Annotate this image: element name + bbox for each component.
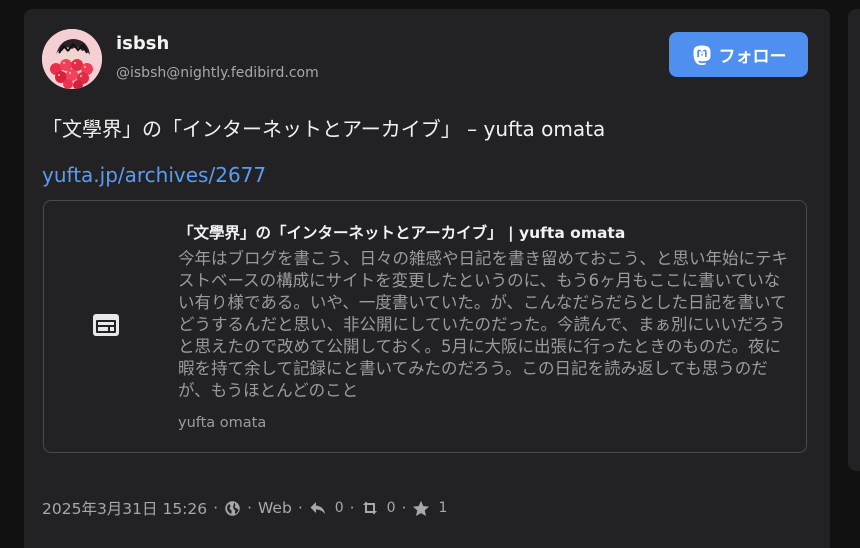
- meta-separator: ·: [297, 499, 303, 517]
- account-handle[interactable]: @isbsh@nightly.fedibird.com: [116, 65, 319, 81]
- avatar[interactable]: [42, 29, 102, 89]
- post-content: 「文學界」の「インターネットとアーカイブ」 – yufta omata: [42, 117, 606, 141]
- mastodon-icon: [691, 44, 713, 66]
- application-name[interactable]: Web: [258, 499, 292, 517]
- web-page-icon: [92, 313, 120, 341]
- meta-separator: ·: [349, 499, 355, 517]
- link-preview-card[interactable]: 「文學界」の「インターネットとアーカイブ」 | yufta omata 今年はブ…: [43, 200, 807, 453]
- boost-count: 0: [386, 500, 396, 516]
- link-thumbnail: [44, 201, 168, 452]
- adjacent-column: [848, 9, 860, 471]
- avatar-illustration: [42, 29, 102, 89]
- star-icon[interactable]: [412, 500, 430, 517]
- link-card-title: 「文學界」の「インターネットとアーカイブ」 | yufta omata: [178, 224, 626, 242]
- post-link[interactable]: yufta.jp/archives/2677: [42, 163, 266, 187]
- page: isbsh @isbsh@nightly.fedibird.com フォロー 「…: [0, 0, 860, 548]
- reply-count: 0: [334, 500, 344, 516]
- status-meta: 2025年3月31日 15:26 · · Web · 0 · 0 · 1: [42, 497, 447, 519]
- status-card: isbsh @isbsh@nightly.fedibird.com フォロー 「…: [24, 9, 830, 548]
- follow-button-label: フォロー: [718, 47, 787, 67]
- link-card-provider: yufta omata: [178, 415, 267, 431]
- meta-separator: ·: [213, 499, 219, 517]
- meta-separator: ·: [401, 499, 407, 517]
- globe-icon: [224, 500, 241, 517]
- display-name[interactable]: isbsh: [116, 33, 169, 54]
- meta-separator: ·: [247, 499, 253, 517]
- link-card-description: 今年はブログを書こう、日々の雑感や日記を書き留めておこう、と思い年始にテキストベ…: [178, 249, 789, 400]
- timestamp[interactable]: 2025年3月31日 15:26: [42, 497, 207, 519]
- favourite-count: 1: [438, 500, 448, 516]
- follow-button[interactable]: フォロー: [669, 32, 808, 77]
- reply-icon[interactable]: [309, 500, 327, 516]
- boost-icon[interactable]: [361, 500, 379, 516]
